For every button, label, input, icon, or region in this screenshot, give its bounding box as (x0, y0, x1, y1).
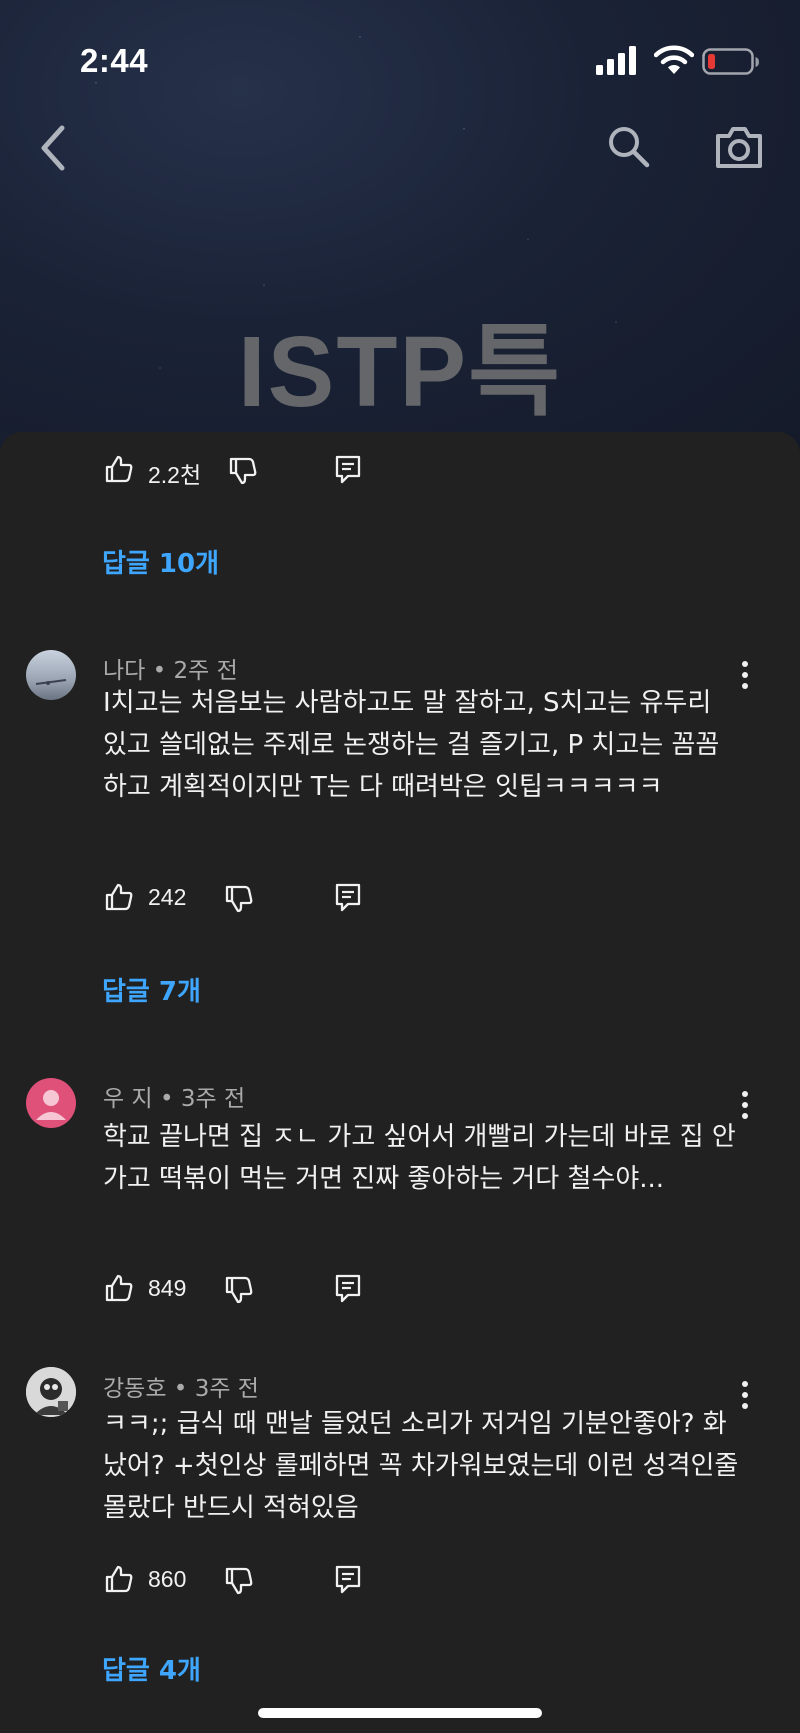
avatar-image (26, 1367, 76, 1417)
avatar[interactable] (26, 1078, 76, 1128)
comment-actions: 860 (104, 1562, 384, 1602)
comment-age: 3주 전 (194, 1376, 259, 1402)
comment-text: 학교 끝나면 집 ㅈㄴ 가고 싶어서 개빨리 가는데 바로 집 안 가고 떡볶이… (103, 1122, 736, 1194)
banner-title: ISTP특 (237, 316, 563, 428)
like-count: 2.2천 (148, 462, 202, 488)
reply-icon[interactable] (334, 454, 362, 486)
view-replies-link[interactable]: 답글 10개 (102, 543, 219, 580)
reply-icon[interactable] (334, 1273, 362, 1305)
author-name[interactable]: 나다 (103, 658, 145, 684)
thumbs-up-icon[interactable] (104, 1273, 134, 1303)
battery-low-icon (702, 48, 759, 75)
camera-icon[interactable] (714, 124, 764, 170)
avatar[interactable] (26, 650, 76, 700)
comment-age: 3주 전 (180, 1086, 246, 1112)
avatar[interactable] (26, 1367, 76, 1417)
thumbs-up-icon[interactable] (104, 882, 134, 912)
status-time: 2:44 (80, 42, 149, 79)
thumbs-up-icon[interactable] (104, 454, 134, 484)
comment-actions: 2.2천 (104, 452, 384, 492)
author-name[interactable]: 우 지 (103, 1086, 153, 1112)
meta-separator: • (173, 1376, 188, 1402)
comment-meta: 우 지 • 3주 전 (103, 1079, 245, 1113)
comment-actions: 849 (104, 1271, 384, 1311)
comment-meta: 나다 • 2주 전 (103, 651, 238, 685)
comment-age: 2주 전 (173, 658, 238, 684)
comment-text: ㅋㅋ;; 급식 때 맨날 들었던 소리가 저거임 기분안좋아? 화났어? +첫인… (103, 1409, 739, 1523)
like-count: 860 (148, 1566, 187, 1592)
view-replies-link[interactable]: 답글 7개 (102, 971, 201, 1008)
thumbs-down-icon[interactable] (224, 1275, 254, 1305)
back-arrow-icon[interactable] (36, 122, 70, 174)
status-bar: 2:44 (0, 0, 800, 120)
view-replies-link[interactable]: 답글 4개 (102, 1650, 201, 1687)
author-name[interactable]: 강동호 (103, 1376, 166, 1402)
search-icon[interactable] (606, 124, 652, 170)
cellular-signal-icon (596, 46, 636, 75)
comment-text: I치고는 처음보는 사람하고도 말 잘하고, S치고는 유두리 있고 쓸데없는 … (103, 688, 720, 802)
thumbs-down-icon[interactable] (224, 1566, 254, 1596)
wifi-icon (654, 45, 694, 74)
comment-meta: 강동호 • 3주 전 (103, 1369, 259, 1403)
thumbs-up-icon[interactable] (104, 1564, 134, 1594)
thumbs-down-icon[interactable] (228, 456, 258, 486)
home-indicator[interactable] (258, 1708, 542, 1718)
reply-icon[interactable] (334, 882, 362, 914)
thumbs-down-icon[interactable] (224, 884, 254, 914)
default-avatar-icon (36, 1090, 66, 1120)
meta-separator: • (159, 1086, 174, 1112)
like-count: 242 (148, 884, 187, 910)
avatar-image (35, 679, 67, 685)
meta-separator: • (152, 658, 167, 684)
like-count: 849 (148, 1275, 187, 1301)
comment-actions: 242 (104, 880, 384, 920)
reply-icon[interactable] (334, 1564, 362, 1596)
